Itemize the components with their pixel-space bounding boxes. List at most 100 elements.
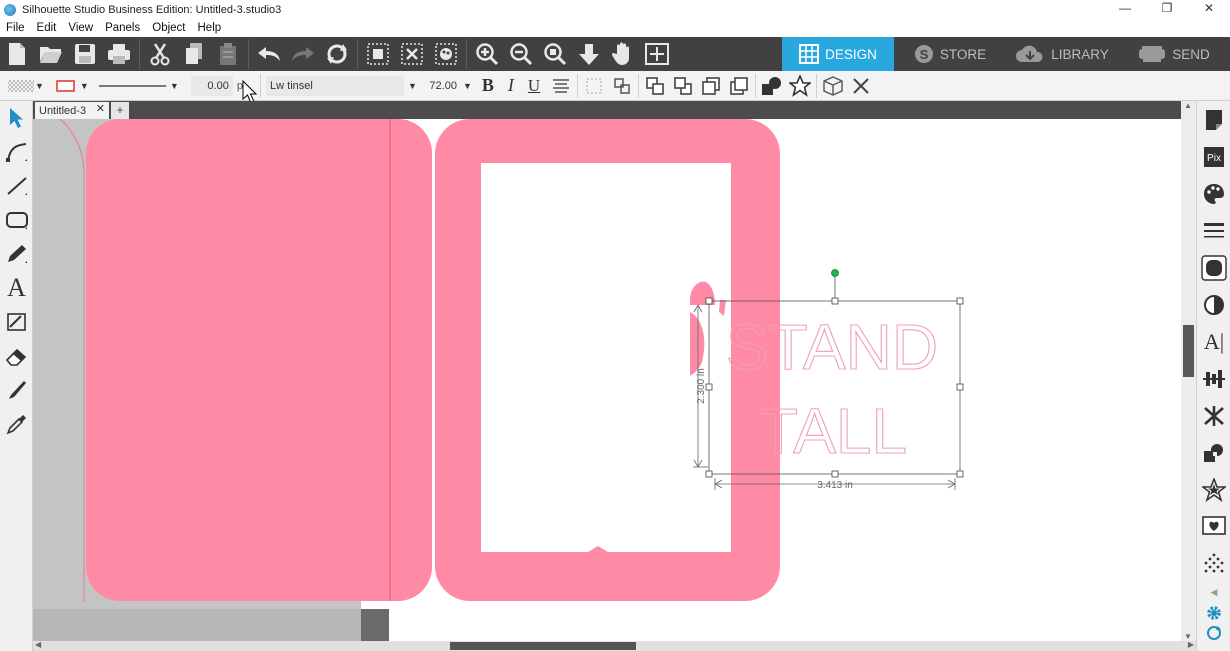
zoom-in-icon[interactable] bbox=[470, 37, 504, 71]
menu-view[interactable]: View bbox=[62, 22, 99, 34]
knife-tool-icon[interactable] bbox=[0, 373, 33, 407]
select-all-icon[interactable] bbox=[361, 37, 395, 71]
text-style-panel-icon[interactable]: A| bbox=[1197, 323, 1230, 360]
close-tab-icon[interactable]: ✕ bbox=[96, 102, 105, 115]
italic-button[interactable]: I bbox=[508, 75, 514, 96]
scroll-right-arrow-icon[interactable]: ▶ bbox=[1188, 640, 1194, 649]
menu-file[interactable]: File bbox=[0, 22, 31, 34]
close-panel-icon[interactable] bbox=[850, 75, 872, 97]
trace-panel-icon[interactable] bbox=[1197, 508, 1230, 545]
sketch-dots-icon[interactable] bbox=[1197, 545, 1230, 582]
open-folder-icon[interactable] bbox=[34, 37, 68, 71]
replicate-star-icon[interactable] bbox=[789, 74, 812, 97]
page-setup-icon[interactable] bbox=[1197, 101, 1230, 138]
line-width-input[interactable]: 0.00 bbox=[190, 75, 233, 96]
font-dropdown-arrow-icon[interactable]: ▼ bbox=[408, 81, 417, 91]
redraw-icon[interactable] bbox=[320, 37, 354, 71]
eyedropper-tool-icon[interactable] bbox=[0, 407, 33, 441]
vertical-scrollbar[interactable]: ▲ ▼ bbox=[1181, 101, 1196, 641]
modify-shapes-icon[interactable] bbox=[761, 75, 783, 97]
new-file-icon[interactable] bbox=[0, 37, 34, 71]
print-icon[interactable] bbox=[102, 37, 136, 71]
title-bar: Silhouette Studio Business Edition: Unti… bbox=[0, 0, 1230, 19]
zoom-to-selection-icon[interactable] bbox=[538, 37, 572, 71]
text-align-icon[interactable] bbox=[550, 75, 572, 97]
underline-button[interactable]: U bbox=[528, 76, 540, 96]
ungroup-icon[interactable] bbox=[611, 75, 633, 97]
zoom-out-icon[interactable] bbox=[504, 37, 538, 71]
edit-points-tool-icon[interactable] bbox=[0, 135, 33, 169]
modify-panel-icon[interactable] bbox=[1197, 434, 1230, 471]
horizontal-scroll-thumb[interactable] bbox=[450, 642, 636, 650]
design-text-line1[interactable]: STAND bbox=[725, 310, 938, 383]
settings-gear-icon[interactable] bbox=[1197, 602, 1230, 624]
sync-icon[interactable] bbox=[1197, 624, 1230, 642]
vertical-scroll-thumb[interactable] bbox=[1183, 325, 1194, 377]
document-tab[interactable]: Untitled-3 ✕ bbox=[35, 102, 109, 119]
3d-box-icon[interactable] bbox=[822, 75, 844, 97]
select-tool-icon[interactable] bbox=[0, 101, 33, 135]
line-color-selector[interactable]: ▼ bbox=[48, 76, 93, 96]
align-panel-icon[interactable] bbox=[1197, 360, 1230, 397]
move-down-icon[interactable] bbox=[572, 37, 606, 71]
font-name-input[interactable]: Lw tinsel bbox=[266, 75, 405, 96]
draw-sketch-tool-icon[interactable] bbox=[0, 305, 33, 339]
send-backward-icon[interactable] bbox=[728, 75, 750, 97]
replicate-panel-icon[interactable] bbox=[1197, 397, 1230, 434]
minimize-button[interactable]: — bbox=[1104, 0, 1146, 19]
rotate-handle[interactable] bbox=[831, 269, 839, 277]
tab-store[interactable]: S STORE bbox=[894, 37, 1006, 71]
bring-forward-icon[interactable] bbox=[700, 75, 722, 97]
dropdown-arrow-icon: ▼ bbox=[35, 80, 44, 91]
font-size-input[interactable]: 72.00 bbox=[423, 76, 461, 96]
group-icon[interactable] bbox=[583, 75, 605, 97]
pan-hand-icon[interactable] bbox=[606, 37, 640, 71]
fit-to-page-icon[interactable] bbox=[640, 37, 674, 71]
bring-to-front-icon[interactable] bbox=[644, 75, 666, 97]
menu-panels[interactable]: Panels bbox=[99, 22, 146, 34]
tab-send[interactable]: SEND bbox=[1118, 37, 1230, 71]
select-by-color-icon[interactable] bbox=[429, 37, 463, 71]
scroll-left-arrow-icon[interactable]: ◀ bbox=[35, 640, 41, 649]
copy-icon[interactable] bbox=[177, 37, 211, 71]
add-tab-button[interactable]: + bbox=[111, 102, 129, 119]
line-tool-icon[interactable] bbox=[0, 169, 33, 203]
fill-color-palette-icon[interactable] bbox=[1197, 175, 1230, 212]
send-to-back-icon[interactable] bbox=[672, 75, 694, 97]
text-tool-icon[interactable]: A bbox=[0, 271, 33, 305]
font-size-dropdown-arrow-icon[interactable]: ▼ bbox=[463, 81, 472, 91]
line-style-selector[interactable]: ▼ bbox=[93, 76, 183, 96]
menu-help[interactable]: Help bbox=[192, 22, 228, 34]
canvas-area[interactable]: Untitled-3 ✕ + STAND TALL 2.300 in 3.413… bbox=[33, 101, 1181, 641]
pencil-tool-icon[interactable] bbox=[0, 237, 33, 271]
line-style-panel-icon[interactable] bbox=[1197, 212, 1230, 249]
deselect-icon[interactable] bbox=[395, 37, 429, 71]
card-left-panel[interactable] bbox=[86, 119, 432, 601]
pixscan-icon[interactable]: Pix bbox=[1197, 138, 1230, 175]
bold-button[interactable]: B bbox=[482, 75, 494, 96]
horizontal-scrollbar[interactable]: ◀ ▶ bbox=[33, 640, 1196, 651]
rectangle-tool-icon[interactable] bbox=[0, 203, 33, 237]
offset-star-icon[interactable] bbox=[1197, 471, 1230, 508]
fill-pattern-selector[interactable]: ▼ bbox=[3, 76, 48, 96]
design-page[interactable]: STAND TALL 2.300 in 3.413 in bbox=[33, 119, 1181, 641]
eraser-tool-icon[interactable] bbox=[0, 339, 33, 373]
cut-icon[interactable] bbox=[143, 37, 177, 71]
tab-design[interactable]: DESIGN bbox=[782, 37, 894, 71]
menu-edit[interactable]: Edit bbox=[31, 22, 63, 34]
undo-icon[interactable] bbox=[252, 37, 286, 71]
close-window-button[interactable]: ✕ bbox=[1188, 0, 1230, 19]
design-text-line2[interactable]: TALL bbox=[758, 394, 907, 467]
paste-icon[interactable] bbox=[211, 37, 245, 71]
panel-collapse-arrow-icon[interactable]: ◀ bbox=[1197, 582, 1230, 602]
scroll-up-arrow-icon[interactable]: ▲ bbox=[1184, 101, 1192, 110]
tab-library-label: LIBRARY bbox=[1051, 46, 1109, 62]
save-icon[interactable] bbox=[68, 37, 102, 71]
maximize-button[interactable]: ❐ bbox=[1146, 0, 1188, 19]
fill-pattern-panel-icon[interactable] bbox=[1197, 249, 1230, 286]
right-panel-toolbar: Pix A| ◀ bbox=[1196, 101, 1230, 651]
tab-library[interactable]: LIBRARY bbox=[1006, 37, 1118, 71]
menu-object[interactable]: Object bbox=[146, 22, 191, 34]
transparency-icon[interactable] bbox=[1197, 286, 1230, 323]
redo-icon[interactable] bbox=[286, 37, 320, 71]
